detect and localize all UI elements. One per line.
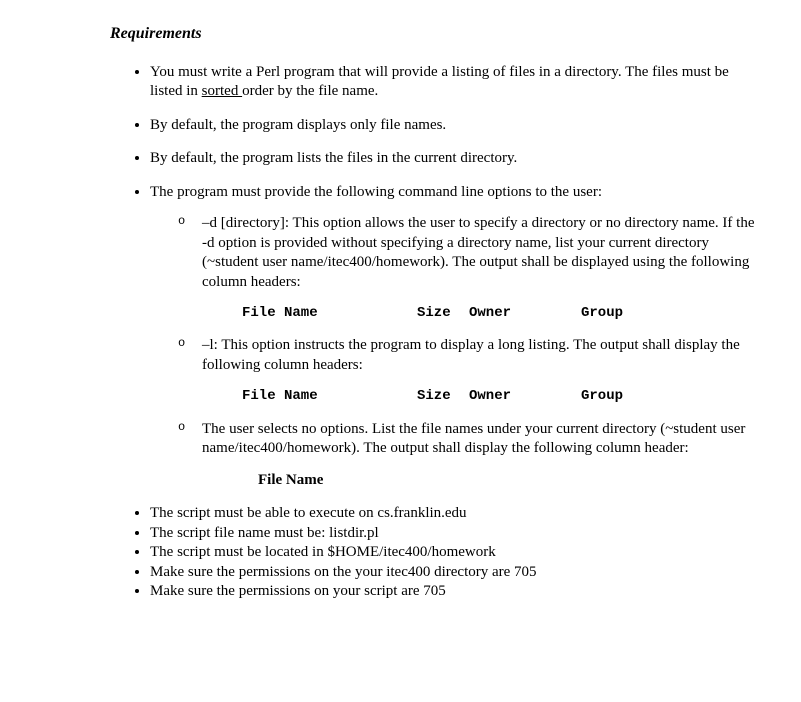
option-none: The user selects no options. List the fi…	[174, 420, 761, 491]
page: Requirements You must write a Perl progr…	[0, 0, 801, 642]
option-l: –l: This option instructs the program to…	[174, 336, 761, 405]
requirements-list: You must write a Perl program that will …	[130, 63, 761, 490]
col-owner: Owner	[469, 304, 581, 322]
requirements-list-tail: The script must be able to execute on cs…	[130, 504, 761, 602]
req-item-3: By default, the program lists the files …	[150, 149, 761, 169]
req-3-text: By default, the program lists the files …	[150, 150, 517, 166]
req-item-6: The script file name must be: listdir.pl	[150, 524, 761, 544]
req-7-text: The script must be located in $HOME/itec…	[150, 544, 496, 560]
header-row-d: File Name Size Owner Group	[242, 304, 761, 322]
req-9-text: Make sure the permissions on your script…	[150, 583, 446, 599]
option-d-text: –d [directory]: This option allows the u…	[202, 214, 761, 292]
col-group: Group	[581, 304, 623, 322]
option-d: –d [directory]: This option allows the u…	[174, 214, 761, 322]
req-8-text: Make sure the permissions on the your it…	[150, 564, 537, 580]
req-item-4: The program must provide the following c…	[150, 183, 761, 490]
req-1-text-post: order by the file name.	[242, 83, 378, 99]
section-heading: Requirements	[110, 24, 761, 45]
col-file: File Name	[242, 387, 417, 405]
req-item-7: The script must be located in $HOME/itec…	[150, 543, 761, 563]
col-group: Group	[581, 387, 623, 405]
option-l-text: –l: This option instructs the program to…	[202, 336, 761, 375]
req-item-5: The script must be able to execute on cs…	[150, 504, 761, 524]
options-sublist: –d [directory]: This option allows the u…	[174, 214, 761, 490]
header-row-none: File Name	[258, 471, 761, 491]
header-row-l: File Name Size Owner Group	[242, 387, 761, 405]
option-none-text: The user selects no options. List the fi…	[202, 420, 761, 459]
col-size: Size	[417, 387, 469, 405]
req-1-text-underline: sorted	[202, 83, 242, 99]
col-size: Size	[417, 304, 469, 322]
req-2-text: By default, the program displays only fi…	[150, 117, 446, 133]
req-item-2: By default, the program displays only fi…	[150, 116, 761, 136]
col-owner: Owner	[469, 387, 581, 405]
req-item-1: You must write a Perl program that will …	[150, 63, 761, 102]
col-file: File Name	[242, 304, 417, 322]
req-6-text: The script file name must be: listdir.pl	[150, 525, 379, 541]
req-4-text: The program must provide the following c…	[150, 184, 602, 200]
req-item-8: Make sure the permissions on the your it…	[150, 563, 761, 583]
req-5-text: The script must be able to execute on cs…	[150, 505, 467, 521]
req-item-9: Make sure the permissions on your script…	[150, 582, 761, 602]
